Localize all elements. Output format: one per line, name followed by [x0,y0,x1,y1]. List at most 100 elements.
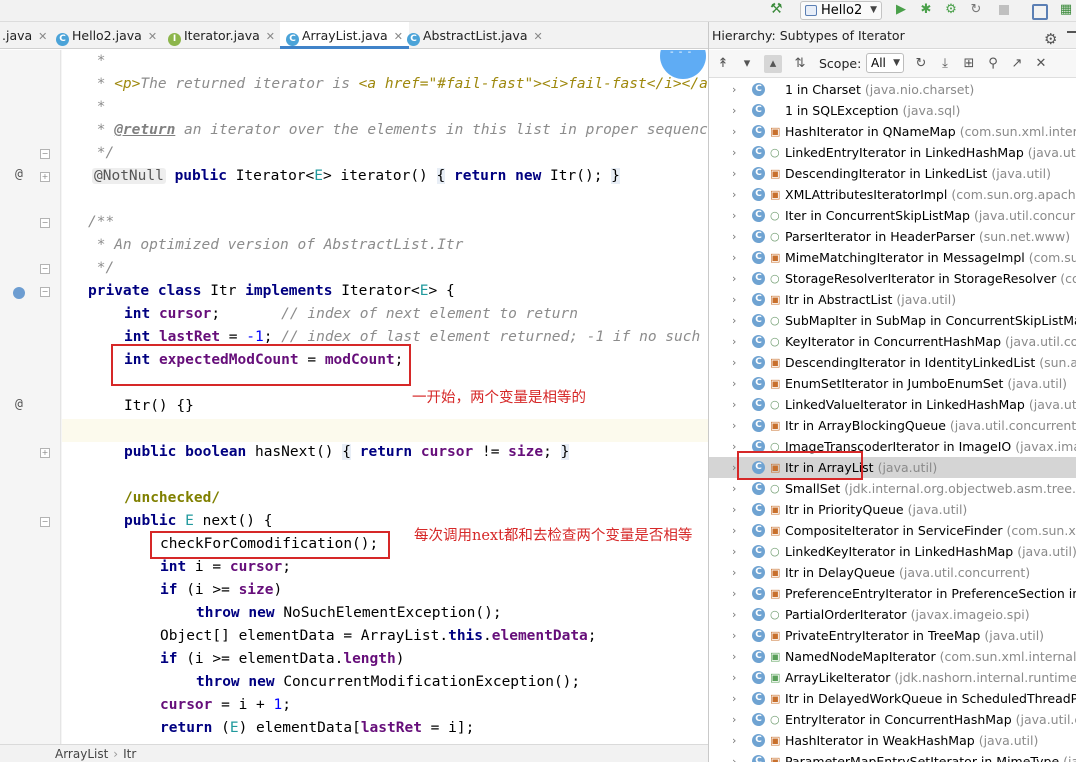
hierarchy-tree-item[interactable]: › C ▣ DescendingIterator in IdentityLinkedL… [709,352,1076,373]
fold-marker[interactable]: + [40,172,50,182]
chevron-right-icon[interactable]: › [732,520,736,541]
hierarchy-tree-item[interactable]: › C ○ LinkedKeyIterator in LinkedHashMap (j… [709,541,1076,562]
close-icon[interactable]: ✕ [1032,55,1050,73]
hierarchy-tree-item[interactable]: › C ▣ MimeMatchingIterator in MessageImpl (… [709,247,1076,268]
chevron-right-icon[interactable]: › [732,331,736,352]
constructor-marker-icon[interactable]: @ [15,397,23,412]
tab-abstractlist-java[interactable]: C AbstractList.java ✕ [407,22,543,49]
hierarchy-tree-item[interactable]: › C ○ ParserIterator in HeaderParser (sun.n… [709,226,1076,247]
chevron-right-icon[interactable]: › [732,625,736,646]
tab-java[interactable]: .java ✕ [2,22,47,49]
hierarchy-tree-item[interactable]: › C 1 in Charset (java.nio.charset) [709,79,1076,100]
close-icon[interactable]: ✕ [266,30,275,43]
chevron-right-icon[interactable]: › [732,247,736,268]
chevron-right-icon[interactable]: › [732,163,736,184]
close-icon[interactable]: ✕ [38,30,47,43]
chevron-right-icon[interactable]: › [732,436,736,457]
hierarchy-tree-item[interactable]: › C ○ SmallSet (jdk.internal.org.objectweb.… [709,478,1076,499]
close-icon[interactable]: ✕ [148,30,157,43]
scope-select[interactable]: All ▼ [866,53,904,73]
coverage-icon[interactable]: ⚙ [942,1,960,19]
subtypes-icon[interactable]: ▴ [764,55,782,73]
chevron-right-icon[interactable]: › [732,415,736,436]
code-editor[interactable]: − @ + − − − @ + − * * <p>The returned it… [0,50,708,744]
fold-marker[interactable]: − [40,149,50,159]
hierarchy-tree-item[interactable]: › C ▣ HashIterator in WeakHashMap (java.uti… [709,730,1076,751]
hierarchy-tree[interactable]: › C 1 in Charset (java.nio.charset) › C 1 in … [709,79,1076,762]
chevron-right-icon[interactable]: › [732,184,736,205]
fold-marker[interactable]: + [40,448,50,458]
chevron-right-icon[interactable]: › [732,730,736,751]
chevron-right-icon[interactable]: › [732,268,736,289]
tab-iterator-java[interactable]: I Iterator.java ✕ [168,22,275,49]
chevron-right-icon[interactable]: › [732,226,736,247]
chevron-right-icon[interactable]: › [732,604,736,625]
hierarchy-tree-item[interactable]: › C ○ StorageResolverIterator in StorageRes… [709,268,1076,289]
hierarchy-tree-item[interactable]: › C ▣ PreferenceEntryIterator in Preference… [709,583,1076,604]
hierarchy-tree-item[interactable]: › C ▣ XMLAttributesIteratorImpl (com.sun.or… [709,184,1076,205]
chevron-right-icon[interactable]: › [732,688,736,709]
tab-arraylist-java[interactable]: C ArrayList.java ✕ [280,22,409,49]
chevron-right-icon[interactable]: › [732,583,736,604]
debug-icon[interactable]: ✱ [917,1,935,19]
fold-marker[interactable]: − [40,287,50,297]
hierarchy-tree-item[interactable]: › C ▣ CompositeIterator in ServiceFinder (c… [709,520,1076,541]
chevron-right-icon[interactable]: › [732,205,736,226]
hierarchy-tree-item[interactable]: › C ▣ Itr in DelayedWorkQueue in ScheduledT… [709,688,1076,709]
hierarchy-tree-item[interactable]: › C ○ Iter in ConcurrentSkipListMap (java.u… [709,205,1076,226]
base-on-class-icon[interactable]: ⤓ [936,55,954,73]
hierarchy-tree-item[interactable]: › C ▣ Itr in DelayQueue (java.util.concurre… [709,562,1076,583]
hierarchy-tree-item[interactable]: › C ▣ PrivateEntryIterator in TreeMap (java… [709,625,1076,646]
chevron-right-icon[interactable]: › [732,457,736,478]
breadcrumb-item[interactable]: ArrayList [55,747,108,761]
chevron-right-icon[interactable]: › [732,751,736,762]
chevron-right-icon[interactable]: › [732,646,736,667]
profile-icon[interactable]: ↻ [967,1,985,19]
hierarchy-tree-item[interactable]: › C ○ LinkedEntryIterator in LinkedHashMap … [709,142,1076,163]
hierarchy-tree-item[interactable]: › C ▣ Itr in ArrayBlockingQueue (java.util.… [709,415,1076,436]
breadcrumb-item[interactable]: Itr [123,747,136,761]
run-configuration-select[interactable]: Hello2 ▼ [800,1,882,20]
hierarchy-tree-item[interactable]: › C 1 in SQLException (java.sql) [709,100,1076,121]
chevron-right-icon[interactable]: › [732,562,736,583]
chevron-right-icon[interactable]: › [732,499,736,520]
hierarchy-tree-item[interactable]: › C ▣ Itr in PriorityQueue (java.util) [709,499,1076,520]
sort-alphabetically-icon[interactable]: ⇅ [791,55,809,73]
fold-marker[interactable]: − [40,264,50,274]
chevron-right-icon[interactable]: › [732,667,736,688]
tab-hello2-java[interactable]: C Hello2.java ✕ [56,22,157,49]
hammer-icon[interactable]: ⚒ [770,1,783,17]
supertypes-icon[interactable]: ▾ [738,55,756,73]
export-icon[interactable]: ↗ [1008,55,1026,73]
chevron-right-icon[interactable]: › [732,373,736,394]
hierarchy-tree-item[interactable]: › C ▣ ArrayLikeIterator (jdk.nashorn.intern… [709,667,1076,688]
stop-icon[interactable] [995,1,1013,19]
chevron-right-icon[interactable]: › [732,289,736,310]
close-icon[interactable]: ✕ [534,30,543,43]
chevron-right-icon[interactable]: › [732,394,736,415]
chevron-right-icon[interactable]: › [732,121,736,142]
hierarchy-tree-item[interactable]: › C ○ LinkedValueIterator in LinkedHashMap … [709,394,1076,415]
pin-icon[interactable]: ⚲ [984,55,1002,73]
hierarchy-tree-item[interactable]: › C ○ SubMapIter in SubMap in ConcurrentSki… [709,310,1076,331]
hierarchy-tree-item[interactable]: › C ○ KeyIterator in ConcurrentHashMap (jav… [709,331,1076,352]
refresh-icon[interactable]: ↻ [912,55,930,73]
chevron-right-icon[interactable]: › [732,541,736,562]
implements-marker-icon[interactable] [13,287,25,299]
chevron-right-icon[interactable]: › [732,478,736,499]
run-window-icon[interactable]: ▦ [1057,1,1075,19]
run-icon[interactable]: ▶ [892,1,910,19]
chevron-right-icon[interactable]: › [732,310,736,331]
hierarchy-tree-item[interactable]: › C ▣ ParameterMapEntrySetIterator in MimeT… [709,751,1076,762]
chevron-right-icon[interactable]: › [732,709,736,730]
hierarchy-tree-item[interactable]: › C ▣ DescendingIterator in LinkedList (jav… [709,163,1076,184]
hierarchy-tree-item[interactable]: › C ▣ EnumSetIterator in JumboEnumSet (java… [709,373,1076,394]
fold-marker[interactable]: − [40,218,50,228]
chevron-right-icon[interactable]: › [732,79,736,100]
override-marker-icon[interactable]: @ [15,167,23,182]
chevron-right-icon[interactable]: › [732,142,736,163]
hierarchy-tree-item[interactable]: › C ○ EntryIterator in ConcurrentHashMap (j… [709,709,1076,730]
expand-all-icon[interactable]: ⊞ [960,55,978,73]
hierarchy-tree-item[interactable]: › C ▣ Itr in AbstractList (java.util) [709,289,1076,310]
type-hierarchy-icon[interactable]: ↟ [714,55,732,73]
